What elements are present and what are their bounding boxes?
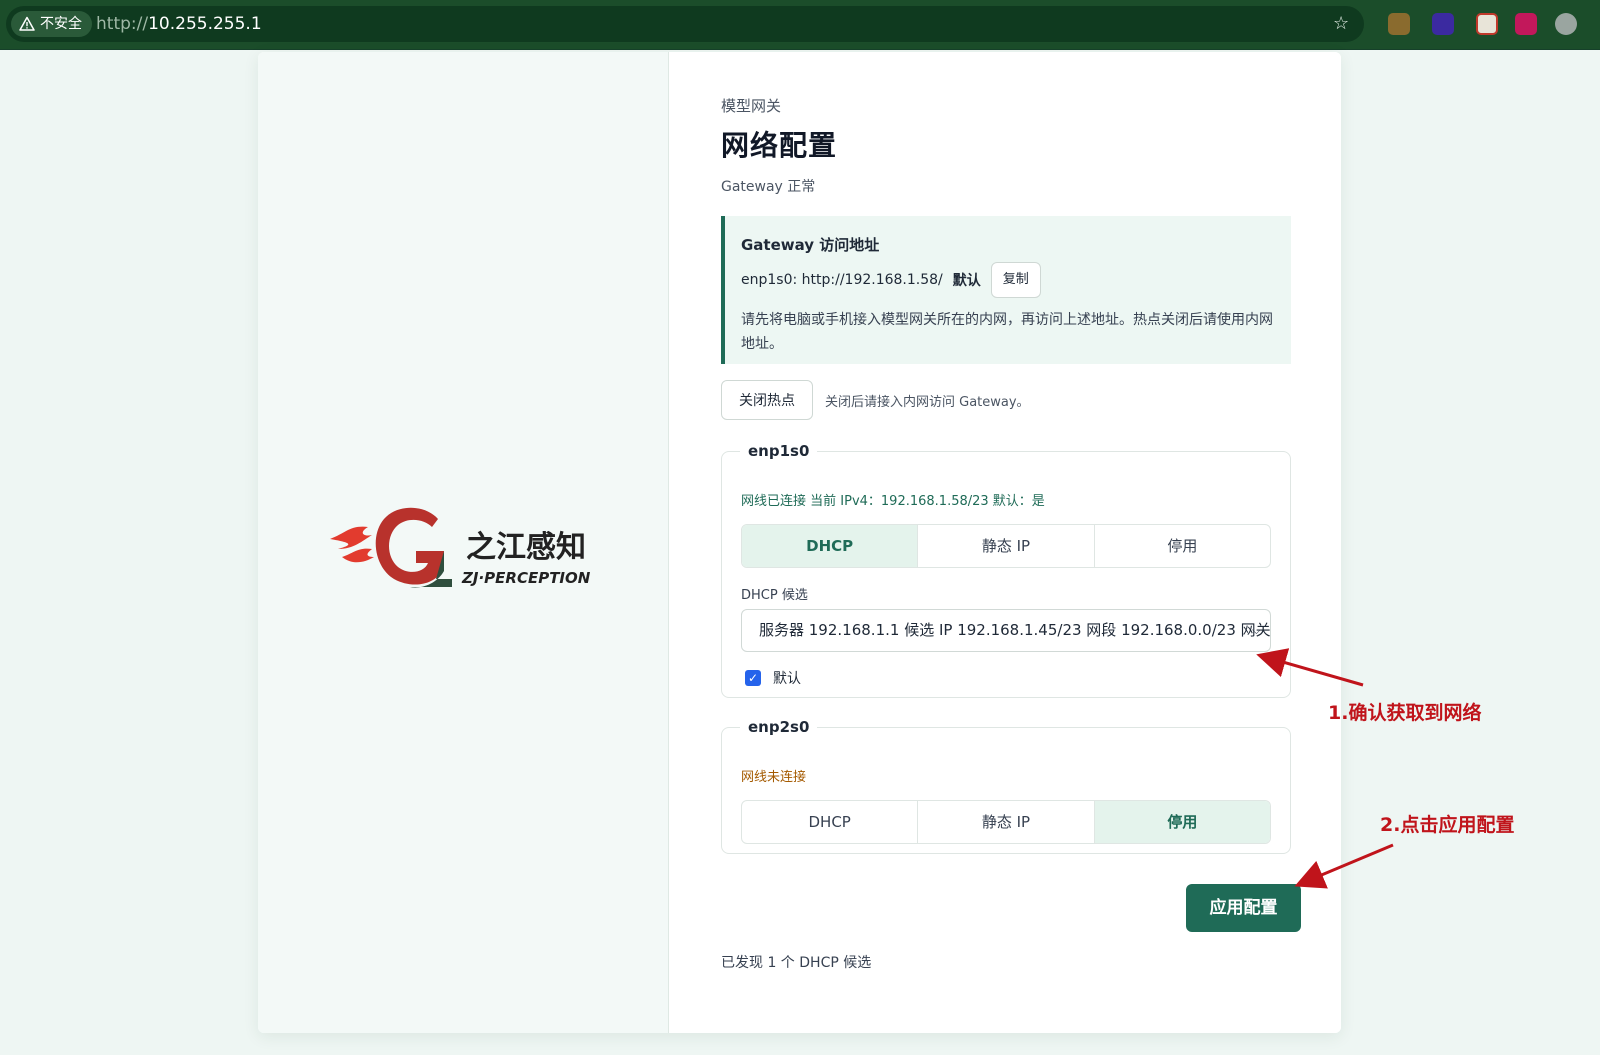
- default-checkbox-label: 默认: [773, 671, 801, 687]
- security-label: 不安全: [40, 16, 82, 32]
- interface-status: 网线已连接 当前 IPv4：192.168.1.58/23 默认：是: [741, 494, 1045, 509]
- brand-panel: 之江感知 ZJ·PERCEPTION: [258, 52, 669, 1033]
- gateway-status: Gateway 正常: [721, 179, 816, 195]
- hotspot-note: 关闭后请接入内网访问 Gateway。: [825, 395, 1030, 410]
- extension-puzzle-icon[interactable]: [1388, 13, 1410, 35]
- bookmark-star-icon[interactable]: ☆: [1333, 15, 1351, 33]
- mode-disabled[interactable]: 停用: [1094, 801, 1270, 843]
- address-bar[interactable]: 不安全 http://10.255.255.1 ☆: [6, 6, 1364, 42]
- access-address-box: Gateway 访问地址 enp1s0: http://192.168.1.58…: [721, 216, 1291, 364]
- mode-selector: DHCP 静态 IP 停用: [741, 524, 1271, 568]
- access-address-row: enp1s0: http://192.168.1.58/ 默认 复制: [741, 262, 1041, 298]
- annotation-step-2: 2.点击应用配置: [1380, 814, 1515, 836]
- default-tag: 默认: [952, 273, 981, 289]
- copy-button[interactable]: 复制: [990, 262, 1041, 298]
- access-title: Gateway 访问地址: [741, 236, 880, 254]
- interface-status: 网线未连接: [741, 770, 807, 785]
- chevron-down-icon: ⌵: [1251, 623, 1261, 637]
- extension-translate-icon[interactable]: [1515, 13, 1537, 35]
- interface-name: enp2s0: [748, 718, 810, 736]
- extension-globe-icon[interactable]: [1555, 13, 1577, 35]
- interface-enp1s0: enp1s0 网线已连接 当前 IPv4：192.168.1.58/23 默认：…: [721, 442, 1291, 698]
- access-address[interactable]: enp1s0: http://192.168.1.58/: [741, 272, 943, 288]
- brand-cn: 之江感知: [466, 530, 586, 565]
- brand-en: ZJ·PERCEPTION: [461, 569, 591, 587]
- default-checkbox[interactable]: ✓: [745, 670, 761, 686]
- browser-toolbar: 不安全 http://10.255.255.1 ☆: [0, 0, 1600, 50]
- dhcp-selected-value: 服务器 192.168.1.1 候选 IP 192.168.1.45/23 网段…: [759, 621, 1271, 639]
- warning-icon: [19, 16, 35, 31]
- access-note: 请先将电脑或手机接入模型网关所在的内网，再访问上述地址。热点关闭后请使用内网地址…: [741, 312, 1273, 352]
- mode-dhcp[interactable]: DHCP: [742, 801, 919, 843]
- mode-static-ip[interactable]: 静态 IP: [918, 801, 1095, 843]
- page-eyebrow: 模型网关: [721, 97, 782, 115]
- url-host: 10.255.255.1: [148, 14, 262, 34]
- dhcp-candidate-label: DHCP 候选: [741, 588, 808, 603]
- url-scheme: http://: [96, 14, 149, 34]
- config-panel: 模型网关 网络配置 Gateway 正常 Gateway 访问地址 enp1s0…: [669, 52, 1341, 1033]
- default-checkbox-row[interactable]: ✓ 默认: [745, 668, 801, 688]
- security-indicator[interactable]: 不安全: [11, 11, 92, 37]
- interface-name: enp1s0: [748, 442, 810, 460]
- interface-enp2s0: enp2s0 网线未连接 DHCP 静态 IP 停用: [721, 718, 1291, 854]
- extension-red-icon[interactable]: [1476, 13, 1498, 35]
- network-config-card: 之江感知 ZJ·PERCEPTION 模型网关 网络配置 Gateway 正常 …: [258, 52, 1341, 1033]
- zj-perception-logo: 之江感知 ZJ·PERCEPTION: [330, 507, 591, 588]
- extension-badge-icon[interactable]: [1432, 13, 1454, 35]
- annotation-step-1: 1.确认获取到网络: [1328, 702, 1482, 724]
- mode-selector: DHCP 静态 IP 停用: [741, 800, 1271, 844]
- dhcp-candidate-select[interactable]: 服务器 192.168.1.1 候选 IP 192.168.1.45/23 网段…: [741, 609, 1271, 652]
- mode-dhcp[interactable]: DHCP: [742, 525, 919, 567]
- mode-disabled[interactable]: 停用: [1095, 525, 1270, 567]
- close-hotspot-button[interactable]: 关闭热点: [721, 380, 813, 420]
- apply-config-button[interactable]: 应用配置: [1186, 884, 1301, 932]
- page-title: 网络配置: [721, 129, 838, 162]
- url-text[interactable]: http://10.255.255.1: [96, 6, 262, 42]
- mode-static-ip[interactable]: 静态 IP: [918, 525, 1095, 567]
- dhcp-found-note: 已发现 1 个 DHCP 候选: [721, 955, 872, 971]
